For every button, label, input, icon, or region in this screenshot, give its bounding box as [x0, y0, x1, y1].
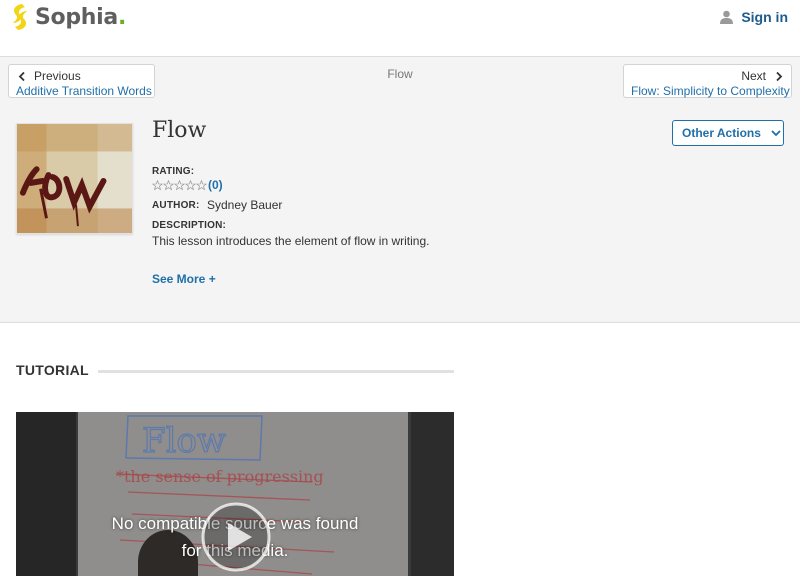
graffiti-image: [17, 124, 132, 233]
lesson-header: Previous Additive Transition Words Flow …: [0, 57, 800, 323]
author-label: AUTHOR:: [152, 200, 200, 211]
sign-in-button[interactable]: Sign in: [720, 9, 788, 25]
rating[interactable]: (0): [152, 178, 223, 192]
previous-lesson-link[interactable]: Additive Transition Words: [16, 84, 152, 98]
chevron-right-icon: [776, 71, 783, 81]
description-label: DESCRIPTION:: [152, 220, 227, 231]
star-outline-icon[interactable]: [196, 179, 207, 191]
rating-count[interactable]: (0): [208, 178, 223, 192]
star-outline-icon[interactable]: [185, 179, 196, 191]
svg-text:Flow: Flow: [142, 421, 226, 461]
lesson-description: This lesson introduces the element of fl…: [152, 234, 430, 248]
next-lesson-link[interactable]: Flow: Simplicity to Complexity: [631, 84, 790, 98]
logo-text: Sophia.: [35, 4, 127, 30]
user-icon: [720, 10, 734, 24]
rating-label: RATING:: [152, 166, 195, 177]
other-actions-label: Other Actions: [682, 126, 761, 140]
rating-stars[interactable]: [152, 179, 207, 191]
site-header: Sophia. Sign in: [0, 0, 800, 57]
next-label: Next: [741, 69, 766, 83]
star-outline-icon[interactable]: [163, 179, 174, 191]
tutorial-divider: [98, 370, 454, 373]
see-more-link[interactable]: See More +: [152, 272, 216, 286]
video-player[interactable]: Flow *the sense of progressing No compat…: [16, 412, 454, 576]
lesson-title: Flow: [152, 118, 207, 143]
author-name: Sydney Bauer: [207, 198, 283, 212]
next-lesson-button[interactable]: Next Flow: Simplicity to Complexity: [623, 64, 792, 98]
sophia-logo[interactable]: Sophia.: [10, 2, 126, 32]
svg-text:*the sense of progressing: *the sense of progressing: [116, 467, 324, 486]
tutorial-heading: TUTORIAL: [16, 362, 89, 378]
chevron-down-icon: [771, 129, 781, 136]
lesson-thumbnail: [16, 123, 133, 234]
sophia-leaf-icon: [13, 4, 27, 30]
star-outline-icon[interactable]: [152, 179, 163, 191]
play-icon[interactable]: [201, 502, 271, 572]
sign-in-label: Sign in: [741, 9, 788, 25]
other-actions-button[interactable]: Other Actions: [672, 120, 784, 146]
star-outline-icon[interactable]: [174, 179, 185, 191]
